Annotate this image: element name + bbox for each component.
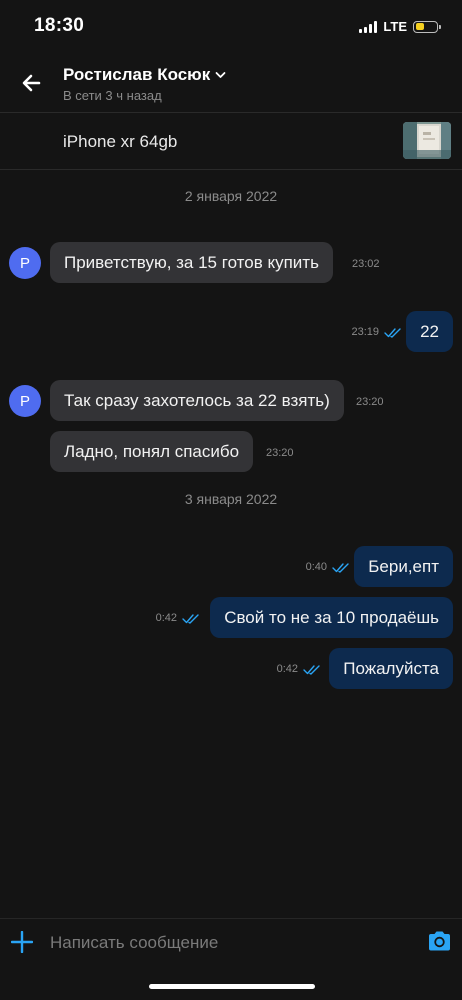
message-time: 0:42 [155,612,177,624]
message-time: 0:42 [276,663,298,675]
status-time: 18:30 [34,15,85,36]
double-check-icon [332,562,349,573]
message-time: 23:19 [351,326,379,338]
status-bar: 18:30 LTE [0,0,462,56]
message-time: 0:40 [305,561,327,573]
double-check-icon [303,664,320,675]
message-time: 23:20 [266,447,294,459]
message-meta: 0:40 [306,561,350,573]
online-status: В сети 3 ч назад [63,88,162,103]
product-title: iPhone xr 64gb [63,132,178,151]
avatar[interactable]: Р [9,385,41,417]
message-meta: 0:42 [156,612,200,624]
plus-icon[interactable] [11,931,33,953]
message-time: 23:20 [356,396,384,408]
back-arrow-icon[interactable] [18,68,48,98]
message-meta: 23:19 [351,326,402,338]
battery-level [415,23,425,30]
message-input[interactable] [50,931,410,955]
product-thumbnail[interactable] [403,122,451,159]
outgoing-message[interactable]: Свой то не за 10 продаёшь [210,597,453,638]
outgoing-message[interactable]: Бери,епт [354,546,453,587]
signal-icon [359,20,378,33]
chevron-down-icon [215,72,226,78]
contact-name: Ростислав Косюк [63,65,211,84]
product-banner[interactable]: iPhone xr 64gb [0,113,462,169]
battery-icon [413,20,441,33]
double-check-icon [182,613,199,624]
incoming-message[interactable]: Ладно, понял спасибо [50,431,254,472]
outgoing-message[interactable]: Пожалуйста [329,648,453,689]
message-meta: 0:42 [277,663,321,675]
avatar[interactable]: Р [9,247,41,279]
home-indicator [149,984,315,989]
message-composer [0,918,462,967]
chat-header: Ростислав Косюк В сети 3 ч назад [0,56,462,112]
divider [0,169,462,170]
outgoing-message[interactable]: 22 [406,311,453,352]
message-time: 23:02 [352,258,380,270]
incoming-message[interactable]: Так сразу захотелось за 22 взять) [50,380,344,421]
contact-name-button[interactable]: Ростислав Косюк [63,65,226,85]
status-indicators: LTE [359,19,441,34]
double-check-icon [384,327,401,338]
date-separator: 3 января 2022 [184,491,278,507]
incoming-message[interactable]: Приветствую, за 15 готов купить [50,242,333,283]
camera-icon[interactable] [427,930,452,952]
network-type: LTE [383,19,407,34]
date-separator: 2 января 2022 [184,188,278,204]
